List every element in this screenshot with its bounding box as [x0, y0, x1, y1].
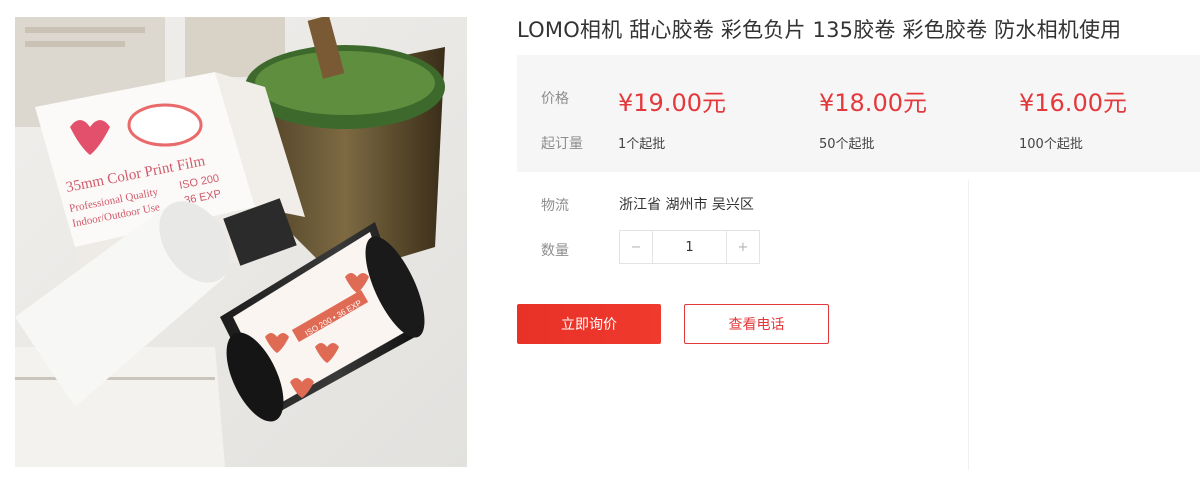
moq-tier-2: 50个起批	[819, 137, 875, 152]
logistics-label: 物流	[541, 198, 569, 214]
price-label: 价格	[541, 91, 569, 107]
moq-tier-3: 100个起批	[1019, 137, 1083, 152]
quantity-label: 数量	[541, 243, 569, 259]
column-divider	[968, 180, 969, 470]
price-tier-3: ¥16.00元	[1019, 89, 1127, 117]
price-panel: 价格 起订量 ¥19.00元 ¥18.00元 ¥16.00元 1个起批 50个起…	[517, 55, 1200, 172]
quantity-increment-button[interactable]: +	[727, 231, 759, 263]
price-tier-2: ¥18.00元	[819, 89, 927, 117]
product-photo-illustration: 35mm Color Print Film Professional Quali…	[15, 17, 467, 467]
moq-tier-1: 1个起批	[618, 137, 666, 152]
view-phone-button[interactable]: 查看电话	[684, 304, 829, 344]
inquire-now-button[interactable]: 立即询价	[517, 304, 661, 344]
quantity-decrement-button[interactable]: −	[620, 231, 652, 263]
moq-label: 起订量	[541, 136, 583, 152]
product-title: LOMO相机 甜心胶卷 彩色负片 135胶卷 彩色胶卷 防水相机使用	[517, 18, 1122, 42]
price-tier-1: ¥19.00元	[618, 89, 726, 117]
logistics-location: 浙江省 湖州市 吴兴区	[619, 197, 754, 213]
product-image[interactable]: 35mm Color Print Film Professional Quali…	[15, 17, 467, 467]
quantity-input[interactable]: 1	[652, 231, 727, 263]
quantity-stepper[interactable]: − 1 +	[619, 230, 760, 264]
